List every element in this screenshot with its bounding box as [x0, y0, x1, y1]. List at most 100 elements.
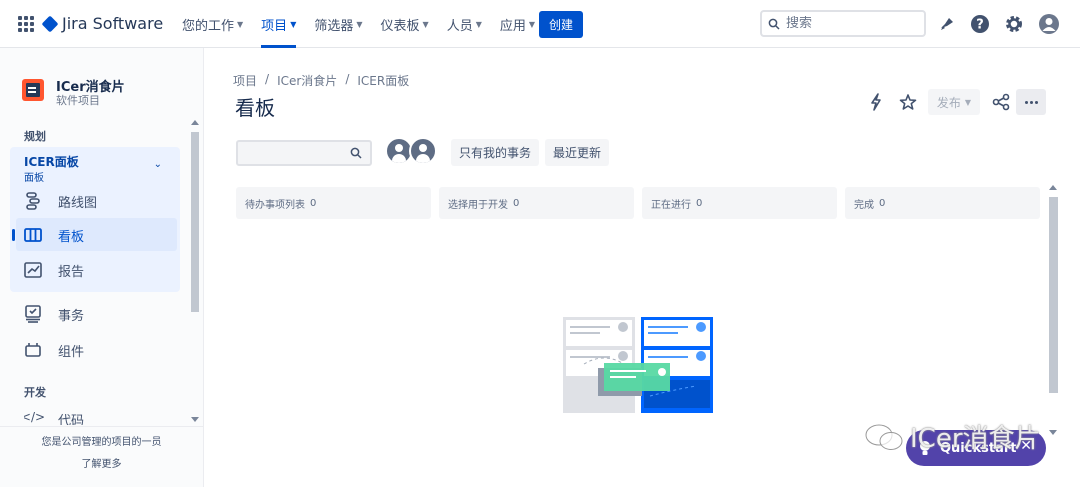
section-development: 开发: [24, 386, 46, 399]
jira-logo[interactable]: Jira Software: [41, 14, 163, 33]
release-label: 发布: [936, 95, 961, 110]
dot: [1029, 100, 1033, 104]
column-name: 选择用于开发: [448, 199, 508, 211]
board-columns-icon: [24, 226, 42, 244]
breadcrumb-separator: /: [345, 72, 350, 86]
scrollbar-thumb[interactable]: [191, 132, 199, 312]
sidebar-item-label: 报告: [58, 264, 85, 280]
nav-label: 应用: [499, 18, 526, 34]
sidebar-item-components[interactable]: 组件: [24, 333, 174, 367]
sidebar-item-label: 代码: [58, 414, 85, 425]
global-search[interactable]: [760, 10, 926, 37]
search-icon: [350, 147, 362, 159]
app-switcher-icon[interactable]: [18, 16, 34, 32]
column-count: 0: [696, 197, 703, 209]
settings-gear-icon[interactable]: [1003, 13, 1025, 35]
breadcrumb: 项目 / ICer消食片 / ICER面板: [233, 72, 409, 89]
breadcrumb-item[interactable]: ICer消食片: [277, 72, 337, 89]
help-icon[interactable]: ?: [969, 13, 991, 35]
chevron-down-icon: ▼: [528, 19, 536, 29]
learn-more-link[interactable]: 了解更多: [0, 455, 203, 470]
breadcrumb-item[interactable]: 项目: [233, 72, 257, 89]
column-count: 0: [879, 197, 886, 209]
reports-chart-icon: [24, 261, 42, 279]
only-my-issues-filter[interactable]: 只有我的事务: [451, 139, 540, 166]
watermark-text: ICer消食片: [910, 424, 1041, 454]
sidebar-item-label: 组件: [58, 344, 85, 360]
issues-icon: [24, 305, 42, 323]
lightning-automation-icon[interactable]: [866, 92, 886, 112]
wechat-watermark: ICer消食片: [864, 418, 1041, 455]
chevron-down-icon[interactable]: ⌄: [154, 159, 162, 170]
components-box-icon: [24, 341, 42, 359]
sidebar-item-board[interactable]: 看板: [24, 218, 174, 252]
project-avatar: [22, 79, 44, 101]
nav-projects[interactable]: 项目 ▼: [261, 0, 297, 48]
active-indicator: [12, 229, 15, 241]
project-type: 软件项目: [56, 94, 100, 107]
sidebar-item-roadmap[interactable]: 路线图: [24, 184, 174, 218]
breadcrumb-separator: /: [265, 72, 270, 86]
scroll-down-arrow-icon[interactable]: [1049, 430, 1057, 435]
share-icon[interactable]: [991, 92, 1011, 112]
star-icon[interactable]: [898, 92, 918, 112]
nav-people[interactable]: 人员 ▼: [447, 0, 482, 48]
nav-label: 人员: [446, 18, 473, 34]
board-column-header: 正在进行 0: [642, 187, 837, 219]
top-navigation: Jira Software 您的工作 ▼ 项目 ▼ 筛选器 ▼ 仪表板 ▼ 人员 ▼ 应用…: [0, 0, 1080, 48]
create-button[interactable]: 创建: [539, 11, 583, 38]
column-count: 0: [513, 197, 520, 209]
user-avatar-icon[interactable]: [1038, 13, 1060, 35]
nav-your-work[interactable]: 您的工作 ▼: [182, 0, 243, 48]
board-column-header: 完成 0: [845, 187, 1040, 219]
column-name: 待办事项列表: [245, 199, 305, 211]
avatar[interactable]: [409, 137, 437, 165]
empty-board-illustration: [563, 317, 713, 413]
search-input[interactable]: [786, 16, 906, 31]
notifications-icon[interactable]: [936, 13, 958, 35]
column-name: 正在进行: [651, 199, 691, 211]
chevron-down-icon: ▼: [475, 19, 482, 29]
nav-label: 仪表板: [380, 18, 420, 34]
sidebar-item-label: 事务: [58, 308, 85, 324]
roadmap-icon: [24, 192, 42, 210]
breadcrumb-item[interactable]: ICER面板: [357, 72, 409, 89]
wechat-logo-icon: [865, 424, 903, 450]
column-name: 完成: [854, 199, 874, 211]
assignee-avatars: [385, 137, 439, 167]
more-actions-button[interactable]: [1016, 89, 1046, 115]
board-selector-sub: 面板: [24, 173, 44, 184]
svg-text:?: ?: [976, 18, 984, 33]
nav-apps[interactable]: 应用 ▼: [500, 0, 535, 48]
sidebar: ICer消食片 软件项目 规划 ICER面板 面板 ⌄ 路线图 看板 报告 事务: [0, 48, 204, 487]
release-button[interactable]: 发布 ▼: [928, 89, 980, 115]
column-count: 0: [310, 197, 317, 209]
sidebar-footer: 您是公司管理的项目的一员 了解更多: [0, 426, 203, 487]
nav-filters[interactable]: 筛选器 ▼: [314, 0, 362, 48]
sidebar-item-label: 路线图: [58, 195, 98, 211]
code-icon: </>: [24, 410, 46, 424]
scroll-up-arrow-icon[interactable]: [1049, 185, 1057, 190]
board-search-input[interactable]: [238, 142, 338, 164]
nav-label: 筛选器: [314, 18, 354, 34]
scroll-up-arrow-icon[interactable]: [191, 120, 199, 125]
dot: [1034, 100, 1038, 104]
board-column-header: 选择用于开发 0: [439, 187, 634, 219]
scroll-down-arrow-icon[interactable]: [191, 417, 199, 422]
dot: [1024, 100, 1028, 104]
nav-dashboards[interactable]: 仪表板 ▼: [381, 0, 429, 48]
chevron-down-icon: ▼: [422, 19, 429, 29]
sidebar-item-reports[interactable]: 报告: [24, 253, 174, 287]
scrollbar-thumb[interactable]: [1049, 197, 1058, 393]
recently-updated-filter[interactable]: 最近更新: [545, 139, 610, 166]
sidebar-scrollbar[interactable]: [190, 118, 200, 424]
nav-menu: 您的工作 ▼ 项目 ▼ 筛选器 ▼ 仪表板 ▼ 人员 ▼ 应用 ▼: [182, 0, 553, 48]
board-search[interactable]: [236, 140, 372, 166]
sidebar-item-code[interactable]: </> 代码: [24, 401, 174, 425]
chevron-down-icon: ▼: [237, 19, 244, 29]
board-scrollbar[interactable]: [1046, 183, 1060, 437]
sidebar-item-issues[interactable]: 事务: [24, 297, 174, 331]
chevron-down-icon: ▼: [964, 97, 972, 107]
search-icon: [768, 18, 780, 30]
jira-diamond-icon: [41, 15, 59, 32]
